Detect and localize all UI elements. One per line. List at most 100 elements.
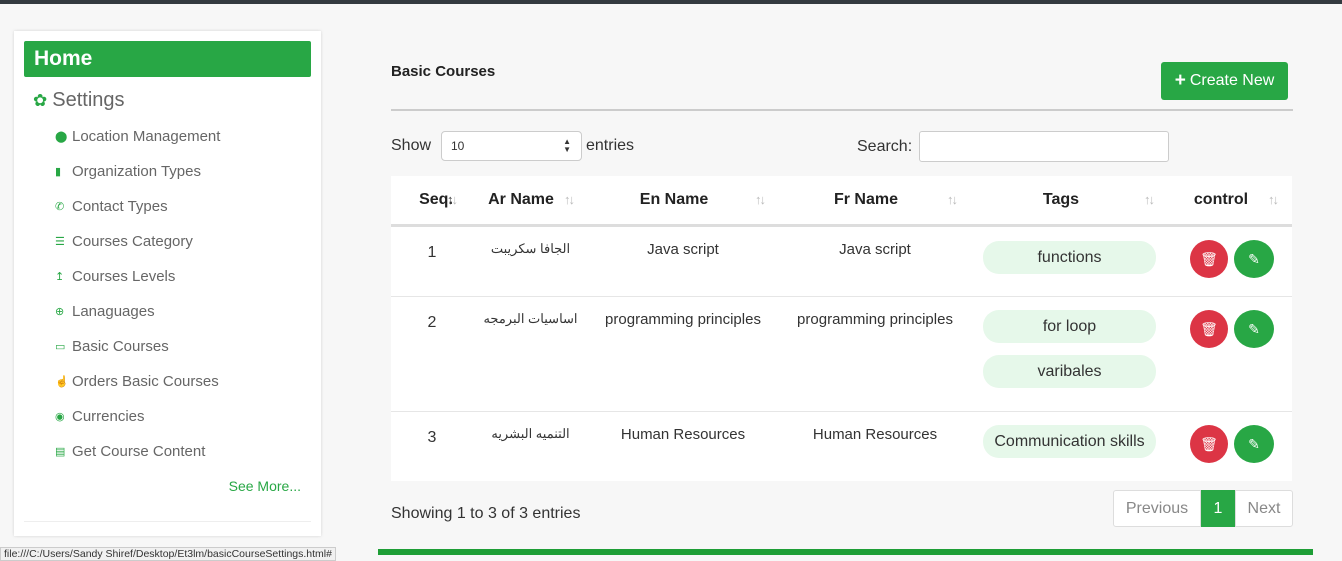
- level-up-icon: ↥: [55, 271, 65, 283]
- cell-seq: 3: [427, 429, 437, 446]
- sidebar-settings[interactable]: ✿ Settings: [33, 89, 125, 112]
- sort-icon[interactable]: ↑↓: [1144, 192, 1155, 207]
- cell-fr-name: Java script: [839, 241, 911, 258]
- sidebar-item-label: Location Management: [72, 128, 221, 145]
- sidebar-item-label: Courses Category: [72, 233, 193, 250]
- sidebar-item-label: Lanaguages: [72, 303, 155, 320]
- trash-icon: 🗑: [1200, 250, 1218, 267]
- sidebar-item-label: Organization Types: [72, 163, 201, 180]
- column-header-en-name[interactable]: En Name: [599, 176, 749, 224]
- edit-icon: ✎: [1248, 320, 1260, 337]
- laptop-icon: ▭: [55, 341, 66, 353]
- top-bar: [0, 0, 1342, 4]
- entries-label: entries: [586, 137, 635, 154]
- delete-button[interactable]: 🗑: [1190, 240, 1228, 278]
- money-icon: ◉: [55, 411, 65, 423]
- plus-icon: +: [1174, 70, 1186, 91]
- next-button[interactable]: Next: [1235, 490, 1293, 527]
- column-header-fr-name[interactable]: Fr Name: [791, 176, 941, 224]
- table-row: 1 الجافا سكريبت Java script Java script …: [391, 227, 1292, 297]
- cell-ar-name: التنميه البشريه: [491, 426, 570, 441]
- edit-icon: ✎: [1248, 435, 1260, 452]
- header-label: Fr Name: [833, 191, 899, 208]
- sidebar-item-basic-courses[interactable]: ▭ Basic Courses: [55, 329, 220, 364]
- cell-en-name: programming principles: [605, 311, 761, 328]
- courses-table: Seq. ↑↓ Ar Name ↑↓ En Name ↑↓ Fr Name ↑↓…: [391, 176, 1292, 481]
- sidebar-item-label: Basic Courses: [72, 338, 169, 355]
- bottom-accent-bar: [378, 549, 1313, 555]
- show-label: Show: [391, 137, 432, 154]
- sort-icon[interactable]: ↑↓: [755, 192, 766, 207]
- create-new-label: Create New: [1189, 72, 1275, 89]
- globe-icon: ⊕: [55, 306, 65, 318]
- search-label: Search:: [857, 138, 913, 155]
- cell-en-name: Java script: [647, 241, 719, 258]
- sidebar-item-languages[interactable]: ⊕ Lanaguages: [55, 294, 220, 329]
- trash-icon: 🗑: [1200, 435, 1218, 452]
- sidebar-home[interactable]: Home: [24, 41, 311, 77]
- table-row: 3 التنميه البشريه Human Resources Human …: [391, 412, 1292, 481]
- showing-info: Showing 1 to 3 of 3 entries: [391, 505, 581, 522]
- select-arrows-icon: ▲ ▼: [563, 137, 571, 154]
- sidebar-item-currencies[interactable]: ◉ Currencies: [55, 399, 220, 434]
- sidebar-item-label: Contact Types: [72, 198, 168, 215]
- edit-icon: ✎: [1248, 250, 1260, 267]
- column-header-ar-name[interactable]: Ar Name: [481, 176, 561, 224]
- table-row: 2 اساسيات البرمجه programming principles…: [391, 297, 1292, 412]
- sidebar-item-get-course-content[interactable]: ▤ Get Course Content: [55, 434, 220, 469]
- delete-button[interactable]: 🗑: [1190, 425, 1228, 463]
- sidebar-item-orders-basic-courses[interactable]: ☝ Orders Basic Courses: [55, 364, 220, 399]
- cell-en-name: Human Resources: [620, 426, 746, 443]
- delete-button[interactable]: 🗑: [1190, 310, 1228, 348]
- search-input[interactable]: [919, 131, 1169, 162]
- hand-icon: ☝: [55, 376, 69, 388]
- header-label: Tags: [1042, 191, 1080, 208]
- tag-badge: functions: [983, 241, 1156, 274]
- gear-icon: ✿: [33, 90, 48, 110]
- sidebar-item-contact-types[interactable]: ✆ Contact Types: [55, 189, 220, 224]
- edit-button[interactable]: ✎: [1234, 425, 1274, 463]
- settings-menu: ⬤ Location Management ▮ Organization Typ…: [55, 119, 220, 469]
- create-new-button[interactable]: + Create New: [1161, 62, 1288, 100]
- cell-seq: 2: [427, 314, 437, 331]
- sidebar-item-label: Get Course Content: [72, 443, 206, 460]
- sidebar-item-courses-levels[interactable]: ↥ Courses Levels: [55, 259, 220, 294]
- table-header: Seq. ↑↓ Ar Name ↑↓ En Name ↑↓ Fr Name ↑↓…: [391, 176, 1292, 227]
- column-header-control[interactable]: control: [1171, 176, 1271, 224]
- sort-icon[interactable]: ↑↓: [564, 192, 575, 207]
- map-marker-icon: ⬤: [55, 131, 68, 143]
- page-1-button[interactable]: 1: [1201, 490, 1235, 527]
- sort-icon[interactable]: ↑↓: [947, 192, 958, 207]
- column-header-seq[interactable]: Seq.: [391, 176, 481, 224]
- sidebar-item-label: Currencies: [72, 408, 145, 425]
- previous-button[interactable]: Previous: [1113, 490, 1201, 527]
- edit-button[interactable]: ✎: [1234, 240, 1274, 278]
- sort-icon[interactable]: ↑↓: [1268, 192, 1279, 207]
- tag-badge: Communication skills: [983, 425, 1156, 458]
- tag-badge: varibales: [983, 355, 1156, 388]
- sidebar-item-courses-category[interactable]: ☰ Courses Category: [55, 224, 220, 259]
- trash-icon: 🗑: [1200, 320, 1218, 337]
- see-more-link[interactable]: See More...: [229, 478, 301, 494]
- list-icon: ☰: [55, 236, 65, 248]
- sidebar-item-organization-types[interactable]: ▮ Organization Types: [55, 154, 220, 189]
- phone-icon: ✆: [55, 201, 65, 213]
- sidebar-item-label: Orders Basic Courses: [72, 373, 219, 390]
- status-bar-url: file:///C:/Users/Sandy Shiref/Desktop/Et…: [0, 547, 336, 561]
- settings-label: Settings: [52, 89, 125, 111]
- cell-ar-name: الجافا سكريبت: [490, 241, 571, 256]
- building-icon: ▮: [55, 166, 62, 178]
- entries-select[interactable]: 10 ▲ ▼: [441, 131, 582, 161]
- cell-seq: 1: [427, 244, 437, 261]
- sidebar-item-location-management[interactable]: ⬤ Location Management: [55, 119, 220, 154]
- tag-badge: for loop: [983, 310, 1156, 343]
- column-header-tags[interactable]: Tags: [991, 176, 1131, 224]
- sort-icon[interactable]: ↑↓: [447, 192, 458, 207]
- cell-fr-name: Human Resources: [812, 426, 938, 443]
- edit-button[interactable]: ✎: [1234, 310, 1274, 348]
- entries-value: 10: [451, 139, 465, 153]
- sidebar-item-label: Courses Levels: [72, 268, 176, 285]
- page-title: Basic Courses: [391, 63, 496, 80]
- header-label: En Name: [639, 191, 709, 208]
- sidebar-divider: [24, 521, 311, 522]
